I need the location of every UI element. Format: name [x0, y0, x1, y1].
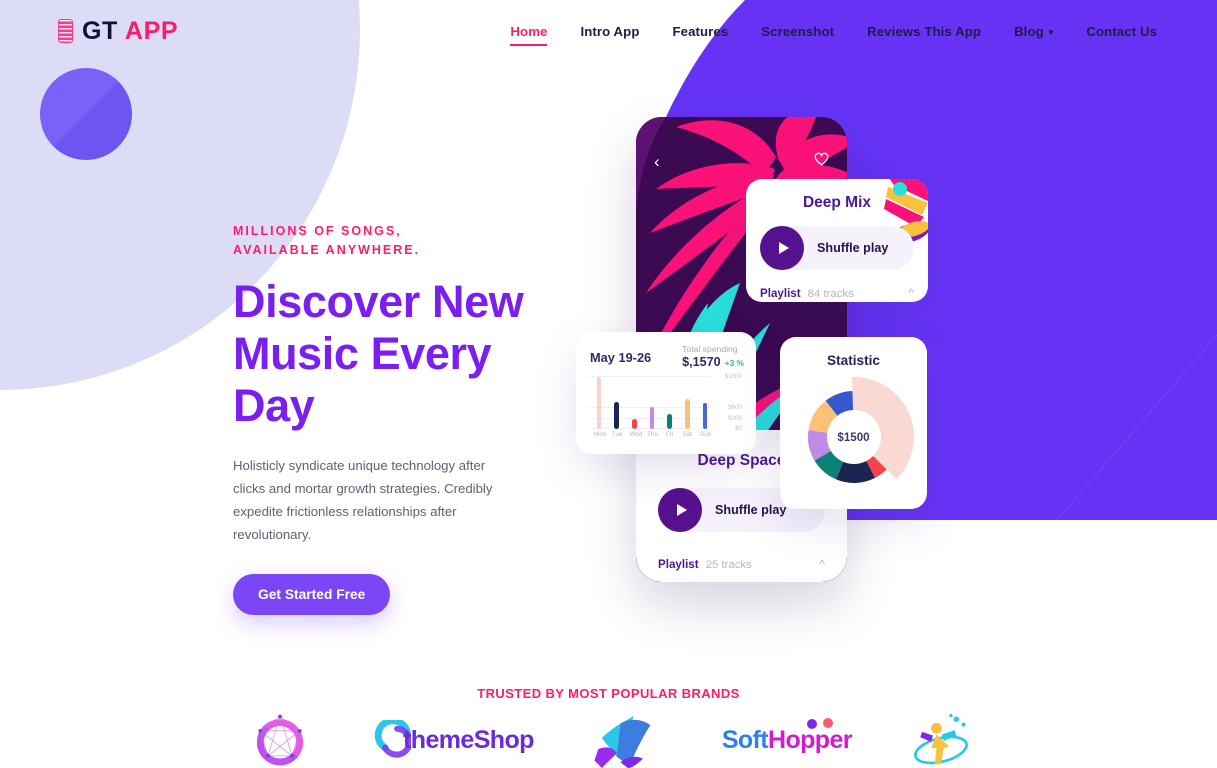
playlist-label: Playlist: [658, 558, 699, 571]
nav-item-blog[interactable]: Blog ▾: [1014, 24, 1053, 39]
statistic-title: Statistic: [827, 353, 880, 368]
playlist-count: 84 tracks: [807, 287, 854, 300]
bar-column: [700, 377, 710, 429]
person-orbit-logo: [908, 712, 974, 768]
themeshop-word2: Shop: [473, 725, 535, 754]
deep-mix-shuffle-label: Shuffle play: [817, 241, 889, 255]
x-tick-label: Fri: [665, 431, 674, 438]
x-tick-label: Tue: [611, 431, 623, 438]
logo-text-secondary: APP: [124, 16, 179, 45]
y-tick-label: $600: [728, 404, 742, 412]
y-tick-label: $1500: [724, 373, 742, 380]
main-navigation: Home Intro App Features Screenshot Revie…: [510, 23, 1157, 46]
page-title: Discover New Music Every Day: [233, 275, 524, 431]
bar-column: [665, 377, 675, 429]
play-icon[interactable]: [760, 226, 804, 270]
x-tick-label: Sat: [682, 431, 693, 438]
bar: [649, 406, 655, 429]
phone-top-bar: ‹: [636, 150, 847, 172]
bar-column: [612, 377, 622, 429]
get-started-button[interactable]: Get Started Free: [233, 574, 391, 616]
spending-card-header: May 19-26 Total spending $,1570 +3 %: [590, 344, 744, 369]
hero-paragraph: Holisticly syndicate unique technology a…: [233, 458, 493, 543]
nav-item-home[interactable]: Home: [510, 23, 548, 46]
nav-item-intro-app[interactable]: Intro App: [580, 24, 639, 39]
hero-eyebrow: MILLIONS OF SONGS, AVAILABLE ANYWHERE.: [233, 222, 533, 260]
nav-label: Intro App: [580, 23, 640, 39]
bar: [632, 418, 637, 429]
deep-mix-playlist-row[interactable]: Playlist 84 tracks ^: [760, 287, 914, 301]
spending-bar-chart: Mon Tue Wed Thu Fri Sat Sun $0 $300 $600 $1500: [590, 373, 744, 443]
softhopper-logo: SoftHopper: [721, 712, 853, 768]
bar: [667, 413, 672, 429]
deep-mix-card: Deep Mix Shuffle play Playlist 84 tracks…: [746, 179, 928, 302]
spending-total-amount: $,1570: [682, 355, 721, 369]
brands-section-title: TRUSTED BY MOST POPULAR BRANDS: [477, 686, 740, 701]
statistic-donut-chart: $1500: [791, 376, 917, 498]
heart-icon[interactable]: [814, 152, 829, 170]
deep-space-playlist-row[interactable]: Playlist 25 tracks ^: [658, 558, 825, 572]
hero-copy-block: MILLIONS OF SONGS, AVAILABLE ANYWHERE. D…: [233, 222, 533, 616]
softhopper-word1: Soft: [721, 725, 769, 754]
y-tick-label: $300: [728, 414, 742, 422]
spending-total-label: Total spending: [682, 344, 738, 354]
nav-label: Blog: [1014, 23, 1044, 39]
site-header: GT APP Home Intro App Features Screenshot…: [0, 0, 1217, 62]
spending-date-range: May 19-26: [590, 350, 652, 365]
bar-column: [682, 377, 692, 429]
nav-label: Reviews This App: [867, 23, 982, 39]
x-tick-label: Sun: [699, 431, 712, 438]
nav-item-contact-us[interactable]: Contact Us: [1086, 24, 1157, 39]
chevron-left-icon[interactable]: ‹: [654, 153, 660, 170]
bar: [685, 398, 690, 429]
bar-column: [629, 377, 639, 429]
hero-eyebrow-line2: AVAILABLE ANYWHERE.: [233, 242, 421, 257]
nav-item-reviews-this-app[interactable]: Reviews This App: [867, 24, 981, 39]
chevron-up-icon[interactable]: ^: [819, 558, 825, 570]
x-tick-label: Wed: [629, 431, 643, 438]
chart-bars: [594, 377, 710, 429]
themeshop-logo: themeShop: [373, 712, 534, 768]
purple-circle-shape: [40, 68, 132, 160]
play-icon[interactable]: [658, 488, 702, 532]
statistic-card: Statistic $1500: [780, 337, 927, 509]
deep-space-shuffle-label: Shuffle play: [715, 503, 787, 517]
donut-center-value: $1500: [827, 411, 880, 463]
swoosh-logo: [590, 712, 666, 768]
chart-x-axis-labels: Mon Tue Wed Thu Fri Sat Sun: [594, 431, 712, 443]
spending-card: May 19-26 Total spending $,1570 +3 % Mon…: [576, 332, 756, 454]
chevron-up-icon[interactable]: ^: [908, 287, 914, 299]
deep-mix-title: Deep Mix: [802, 194, 872, 211]
logo-text-primary: GT: [82, 16, 118, 45]
chart-y-axis-labels: $0 $300 $600 $1500: [712, 373, 744, 432]
x-tick-label: Thu: [646, 431, 658, 438]
chevron-down-icon: ▾: [1048, 26, 1054, 37]
nav-label: Screenshot: [761, 23, 835, 39]
nav-label: Home: [510, 23, 548, 39]
brands-logo-row: themeShop SoftHopper: [0, 712, 1217, 768]
nav-label: Features: [672, 23, 729, 39]
bar: [614, 401, 619, 429]
playlist-count: 25 tracks: [705, 558, 752, 571]
bar-column: [647, 377, 657, 429]
bar: [702, 402, 708, 429]
themeshop-word1: theme: [403, 725, 474, 754]
bar: [596, 377, 602, 429]
nav-label: Contact Us: [1086, 23, 1157, 39]
hero-eyebrow-line1: MILLIONS OF SONGS,: [233, 224, 402, 238]
playlist-label: Playlist: [760, 287, 801, 300]
deep-mix-shuffle-row[interactable]: Shuffle play: [760, 226, 914, 270]
spending-delta: +3 %: [724, 358, 744, 368]
nav-item-screenshot[interactable]: Screenshot: [761, 24, 834, 39]
x-tick-label: Mon: [594, 431, 607, 438]
nav-item-features[interactable]: Features: [672, 24, 728, 39]
circle-network-logo: [243, 712, 317, 768]
bar-column: [594, 377, 604, 429]
phone-equalizer-icon: [58, 19, 73, 43]
page-root: GT APP Home Intro App Features Screenshot…: [0, 0, 1217, 768]
y-tick-label: $0: [735, 425, 742, 432]
brand-logo[interactable]: GT APP: [58, 16, 179, 45]
